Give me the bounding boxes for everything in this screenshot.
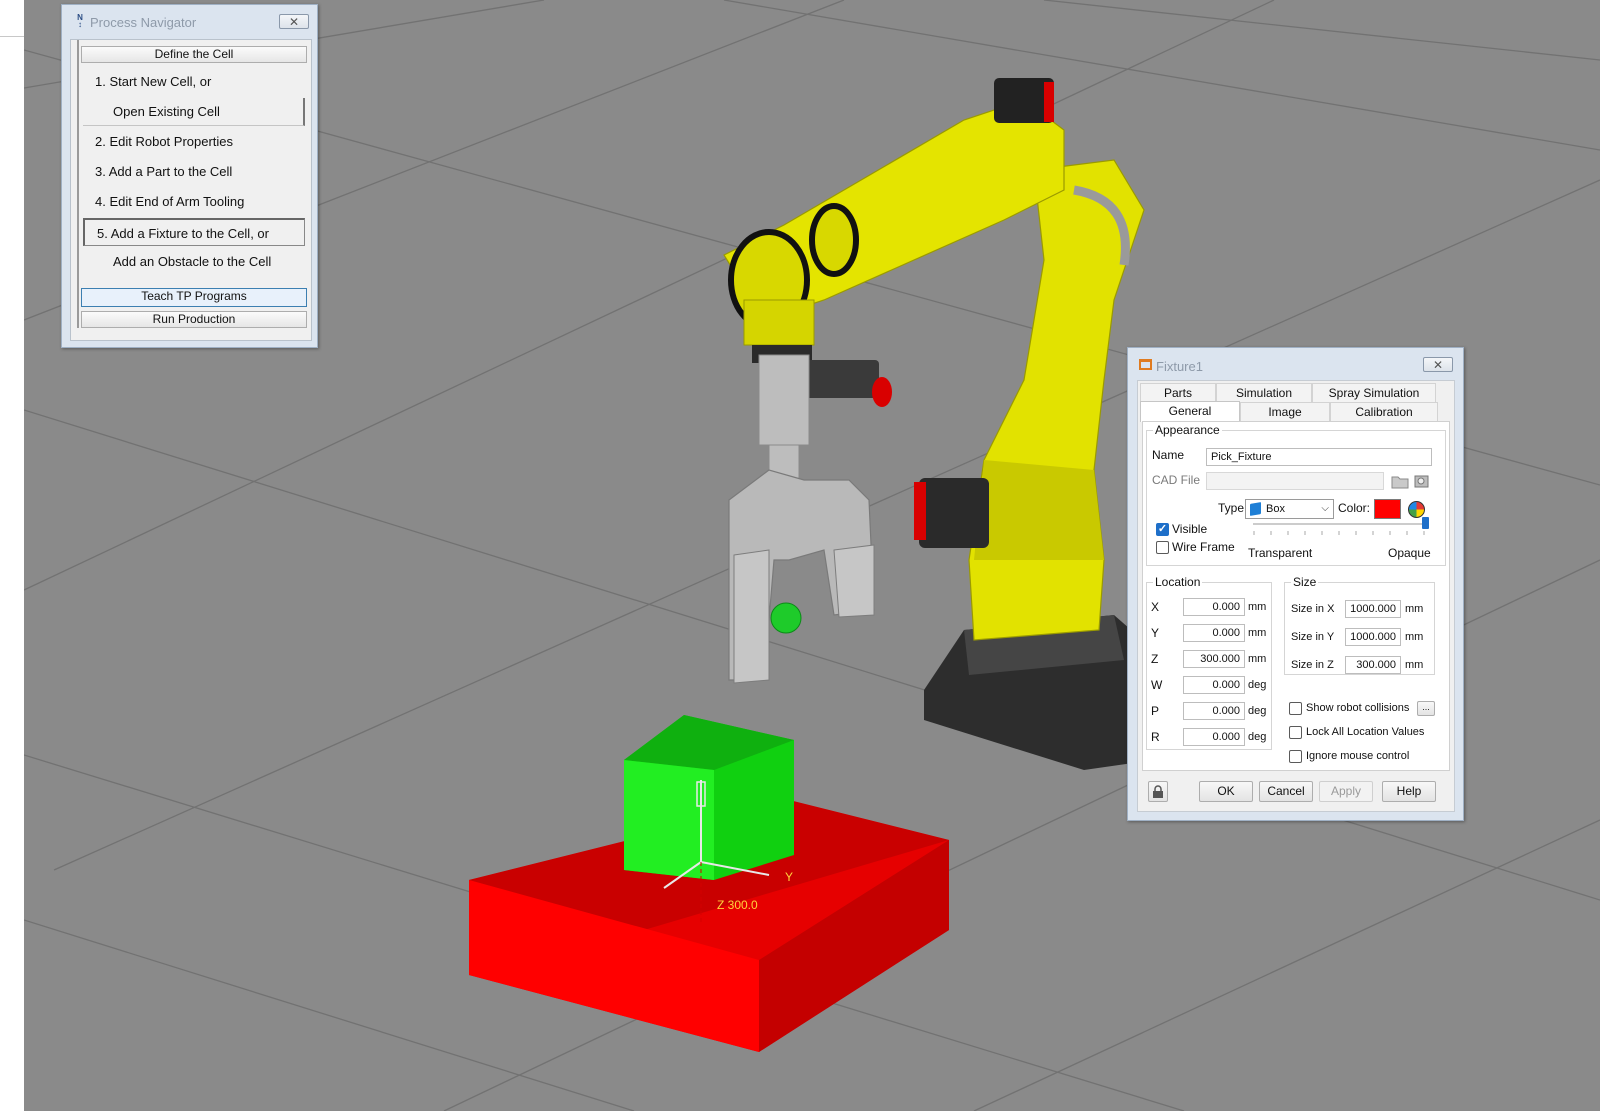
step-add-fixture[interactable]: 5. Add a Fixture to the Cell, or xyxy=(83,218,305,246)
step-start-new-cell[interactable]: 1. Start New Cell, or xyxy=(83,68,305,96)
step-edit-eoat[interactable]: 4. Edit End of Arm Tooling xyxy=(83,188,305,216)
location-r-input[interactable]: 0.000 xyxy=(1183,728,1245,746)
location-x-input[interactable]: 0.000 xyxy=(1183,598,1245,616)
location-caption: Location xyxy=(1153,575,1203,589)
opaque-label: Opaque xyxy=(1388,546,1431,560)
ignore-mouse-checkbox[interactable] xyxy=(1289,750,1302,763)
cad-browse-icon xyxy=(1414,475,1429,488)
opacity-slider-thumb[interactable] xyxy=(1422,517,1429,529)
cancel-button[interactable]: Cancel xyxy=(1259,781,1313,802)
fixture-icon xyxy=(1139,359,1152,370)
location-r-label: R xyxy=(1151,730,1160,744)
color-picker-icon[interactable] xyxy=(1408,501,1425,518)
location-y-input[interactable]: 0.000 xyxy=(1183,624,1245,642)
step-add-obstacle[interactable]: Add an Obstacle to the Cell xyxy=(83,248,305,276)
window-title: Process Navigator xyxy=(90,15,197,30)
lock-button[interactable] xyxy=(1148,781,1168,802)
name-label: Name xyxy=(1152,448,1185,462)
tab-parts[interactable]: Parts xyxy=(1140,383,1216,402)
size-x-label: Size in X xyxy=(1291,603,1335,615)
wireframe-checkbox[interactable] xyxy=(1156,541,1169,554)
location-z-input[interactable]: 300.000 xyxy=(1183,650,1245,668)
lock-values-label: Lock All Location Values xyxy=(1306,726,1425,738)
size-y-unit: mm xyxy=(1405,631,1424,643)
tab-spray-simulation[interactable]: Spray Simulation xyxy=(1312,383,1436,402)
lock-icon xyxy=(1153,785,1163,798)
location-p-input[interactable]: 0.000 xyxy=(1183,702,1245,720)
opacity-slider-track[interactable] xyxy=(1253,523,1423,525)
box-shape-icon xyxy=(1250,502,1261,516)
tab-general[interactable]: General xyxy=(1140,401,1240,422)
location-p-label: P xyxy=(1151,704,1160,718)
apply-button[interactable]: Apply xyxy=(1319,781,1373,802)
size-z-unit: mm xyxy=(1405,659,1424,671)
location-z-unit: mm xyxy=(1248,653,1267,665)
size-z-input[interactable]: 300.000 xyxy=(1345,656,1401,674)
collisions-more-button[interactable]: ... xyxy=(1417,701,1435,716)
size-y-label: Size in Y xyxy=(1291,631,1335,643)
visible-checkbox[interactable]: ✓ xyxy=(1156,523,1169,536)
run-production-button[interactable]: Run Production xyxy=(81,311,307,328)
location-x-label: X xyxy=(1151,600,1160,614)
appearance-caption: Appearance xyxy=(1153,423,1222,437)
type-label: Type xyxy=(1218,501,1245,515)
location-x-unit: mm xyxy=(1248,601,1267,613)
dialog-title: Fixture1 xyxy=(1156,359,1203,374)
close-button[interactable]: ✕ xyxy=(1423,357,1453,372)
lock-values-checkbox[interactable] xyxy=(1289,726,1302,739)
navigator-body: Define the Cell 1. Start New Cell, or Op… xyxy=(70,39,312,341)
transparent-label: Transparent xyxy=(1248,546,1313,560)
teach-tp-programs-button[interactable]: Teach TP Programs xyxy=(81,288,307,307)
fixture-properties-dialog: Fixture1 ✕ Parts Simulation Spray Simula… xyxy=(1127,347,1464,821)
ok-button[interactable]: OK xyxy=(1199,781,1253,802)
z-height-label: Z 300.0 xyxy=(717,898,758,912)
show-collisions-label: Show robot collisions xyxy=(1306,702,1410,714)
wireframe-label: Wire Frame xyxy=(1172,540,1235,554)
step-add-part[interactable]: 3. Add a Part to the Cell xyxy=(83,158,305,186)
left-panel-edge xyxy=(0,0,25,1111)
step-edit-robot-properties[interactable]: 2. Edit Robot Properties xyxy=(83,128,305,156)
tab-image[interactable]: Image xyxy=(1240,402,1330,421)
size-caption: Size xyxy=(1291,575,1319,589)
cad-file-input xyxy=(1206,472,1384,490)
size-y-input[interactable]: 1000.000 xyxy=(1345,628,1401,646)
dialog-panel: Parts Simulation Spray Simulation Genera… xyxy=(1137,380,1455,812)
location-y-label: Y xyxy=(1151,626,1160,640)
location-w-label: W xyxy=(1151,678,1163,692)
size-z-label: Size in Z xyxy=(1291,659,1334,671)
process-navigator-titlebar[interactable]: N ↕ Process Navigator ✕ xyxy=(62,5,317,37)
tab-calibration[interactable]: Calibration xyxy=(1330,402,1438,421)
open-folder-icon xyxy=(1391,476,1409,489)
chevron-down-icon: ⌵ xyxy=(1321,503,1329,514)
ignore-mouse-label: Ignore mouse control xyxy=(1306,750,1410,762)
location-z-label: Z xyxy=(1151,652,1159,666)
define-cell-button[interactable]: Define the Cell xyxy=(81,46,307,63)
location-w-input[interactable]: 0.000 xyxy=(1183,676,1245,694)
tool-center-point-sphere xyxy=(770,602,802,634)
type-value: Box xyxy=(1266,503,1285,515)
opacity-ticks xyxy=(1253,531,1425,535)
size-x-input[interactable]: 1000.000 xyxy=(1345,600,1401,618)
location-p-unit: deg xyxy=(1248,705,1267,717)
location-w-unit: deg xyxy=(1248,679,1267,691)
location-y-unit: mm xyxy=(1248,627,1267,639)
axis-y-label: Y xyxy=(785,870,794,884)
type-select[interactable]: Box ⌵ xyxy=(1245,499,1334,519)
show-collisions-checkbox[interactable] xyxy=(1289,702,1302,715)
name-input[interactable]: Pick_Fixture xyxy=(1206,448,1432,466)
step-open-existing-cell[interactable]: Open Existing Cell xyxy=(83,98,305,126)
general-tab-page: Appearance Name Pick_Fixture CAD File Ty… xyxy=(1142,421,1450,771)
visible-label: Visible xyxy=(1172,522,1208,536)
appearance-group: Appearance Name Pick_Fixture CAD File Ty… xyxy=(1146,423,1446,566)
cad-file-label: CAD File xyxy=(1152,473,1201,487)
help-button[interactable]: Help xyxy=(1382,781,1436,802)
size-x-unit: mm xyxy=(1405,603,1424,615)
process-navigator-window: N ↕ Process Navigator ✕ Define the Cell 1… xyxy=(61,4,318,348)
tab-simulation[interactable]: Simulation xyxy=(1216,383,1312,402)
location-r-unit: deg xyxy=(1248,731,1267,743)
color-label: Color: xyxy=(1338,501,1371,515)
color-swatch[interactable] xyxy=(1374,499,1401,519)
close-button[interactable]: ✕ xyxy=(279,14,309,29)
navigator-icon: N ↕ xyxy=(77,13,83,29)
